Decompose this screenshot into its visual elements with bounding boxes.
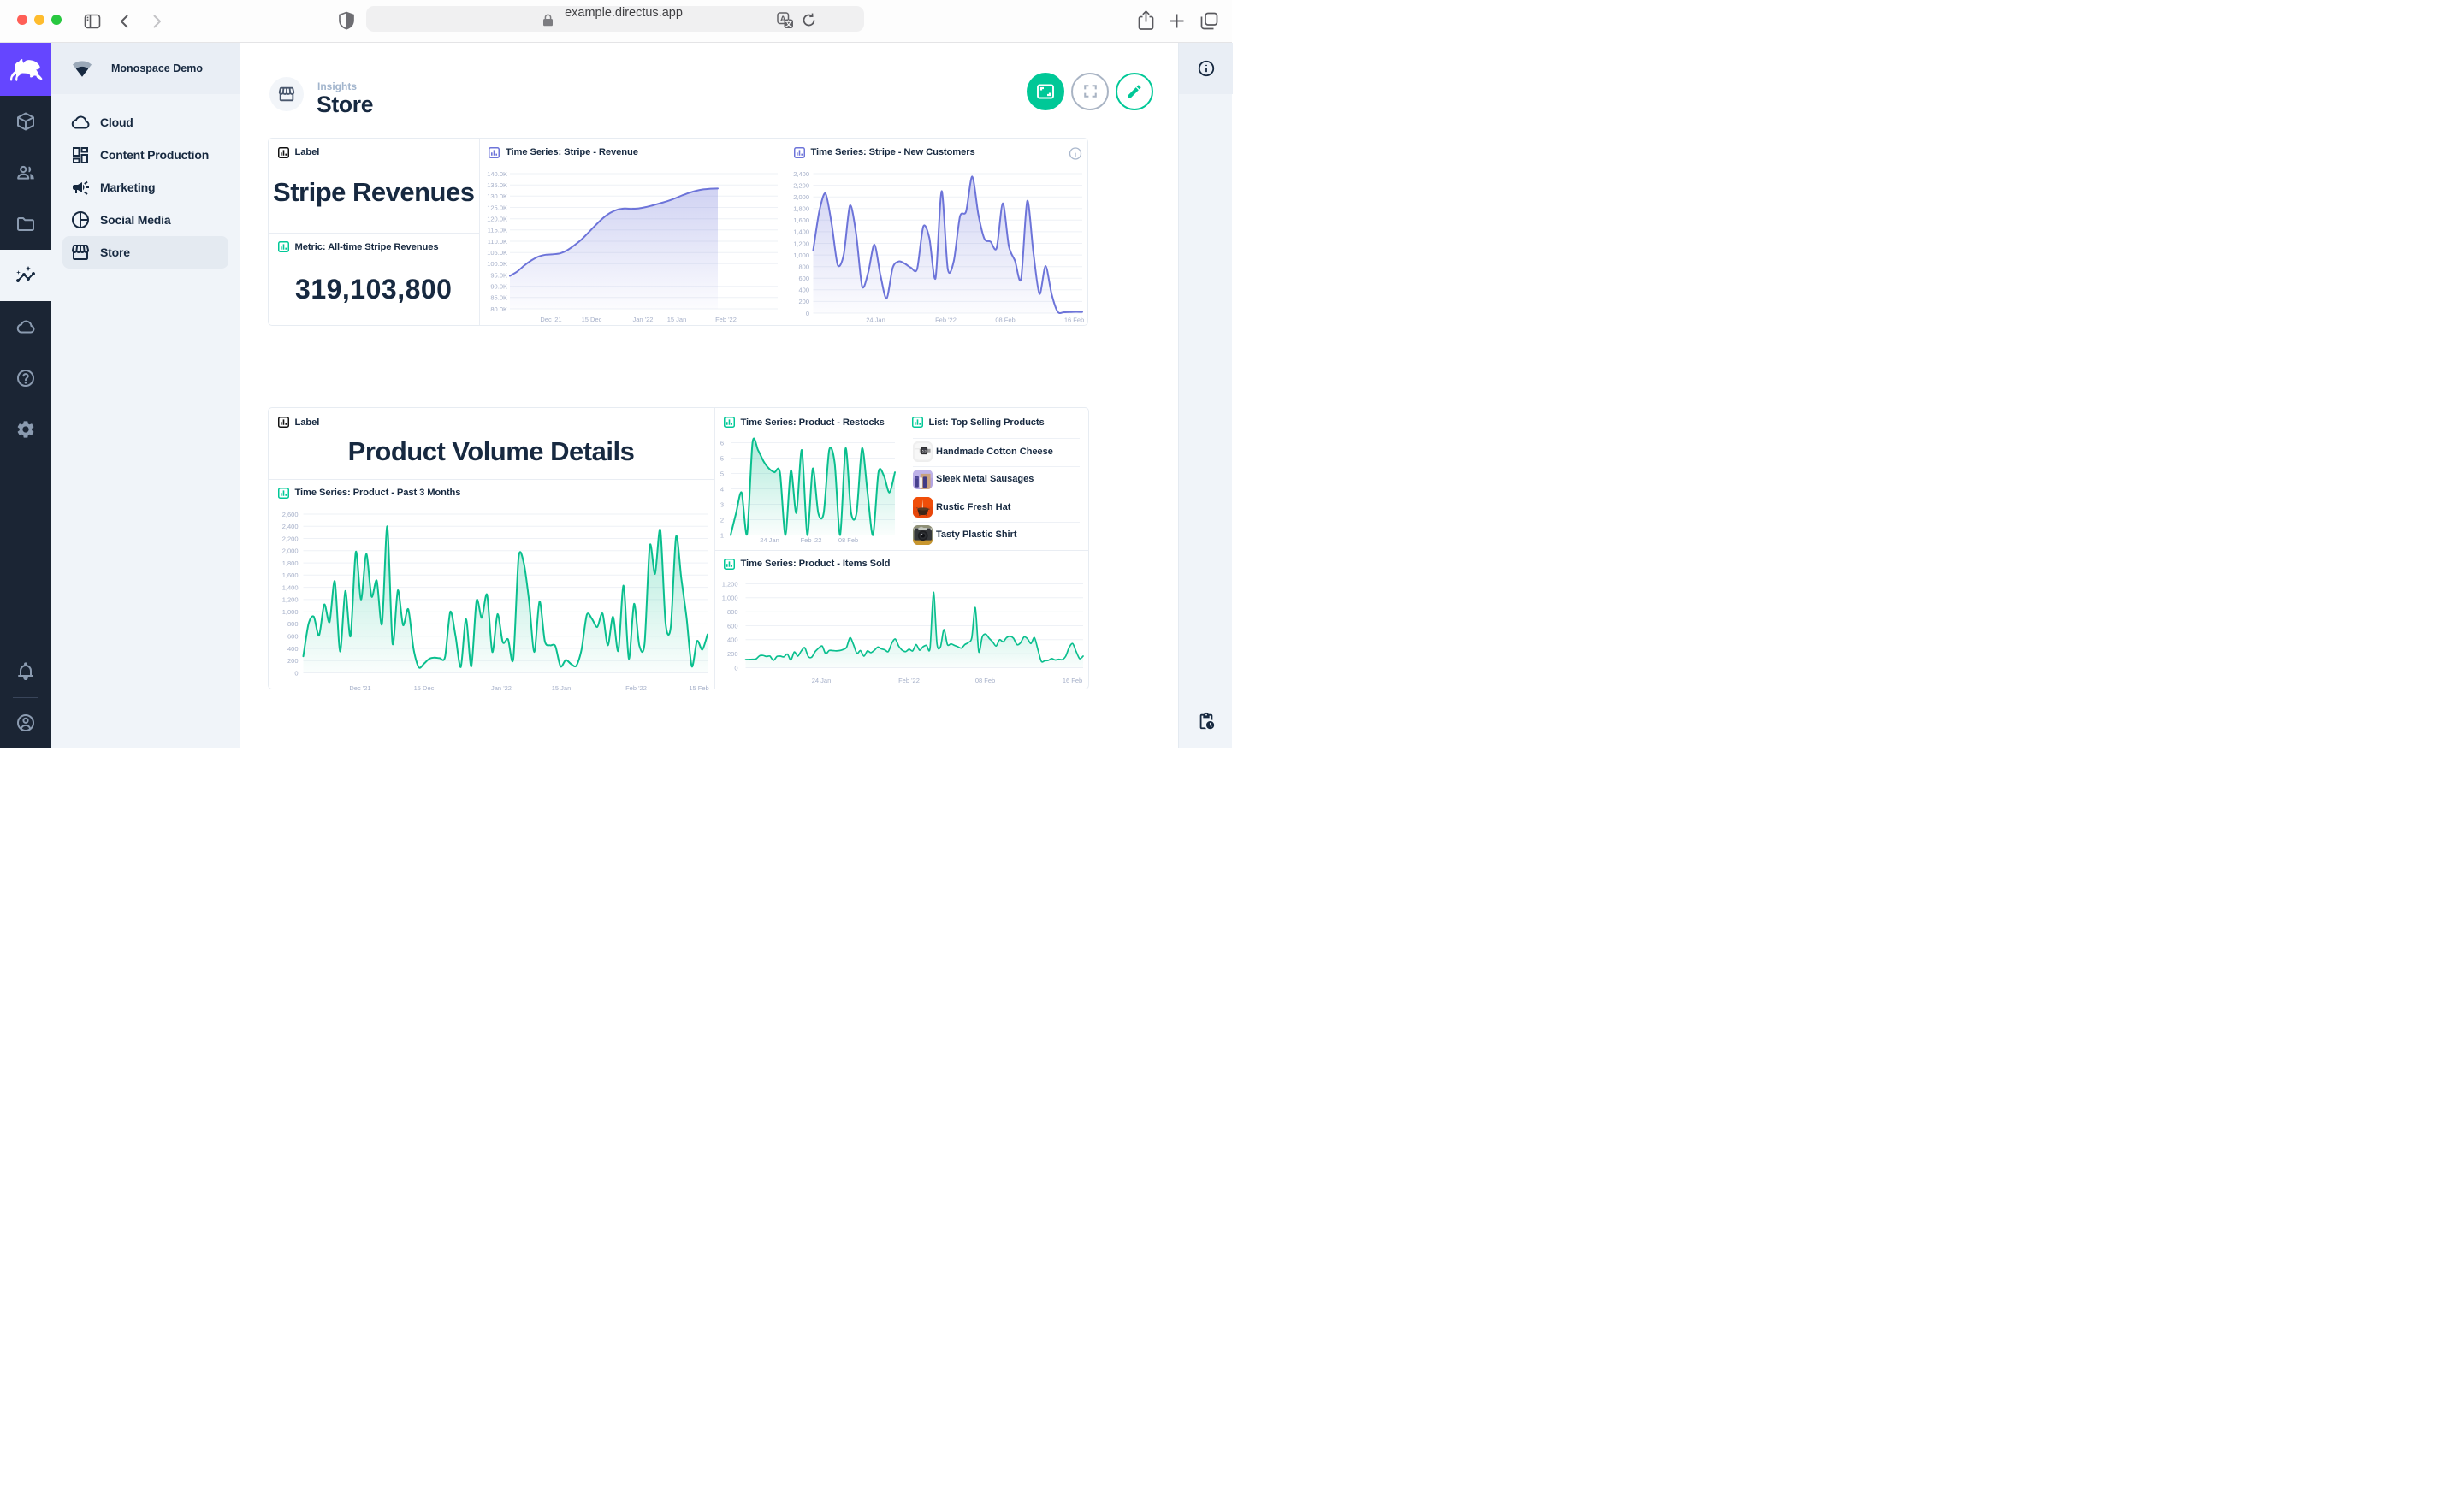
svg-text:0: 0 bbox=[294, 669, 298, 677]
svg-text:80.0K: 80.0K bbox=[490, 305, 507, 312]
svg-text:15 Jan: 15 Jan bbox=[667, 316, 687, 323]
svg-text:2,000: 2,000 bbox=[793, 193, 809, 201]
svg-text:1,000: 1,000 bbox=[281, 608, 298, 616]
svg-text:16 Feb: 16 Feb bbox=[1063, 316, 1083, 323]
svg-text:0: 0 bbox=[805, 309, 808, 317]
svg-text:1,600: 1,600 bbox=[793, 216, 809, 224]
svg-text:Feb '22: Feb '22 bbox=[800, 536, 821, 544]
svg-text:24 Jan: 24 Jan bbox=[866, 316, 886, 323]
svg-text:2,000: 2,000 bbox=[281, 547, 298, 554]
svg-text:800: 800 bbox=[726, 608, 737, 616]
svg-text:24 Jan: 24 Jan bbox=[760, 536, 779, 544]
svg-text:15 Jan: 15 Jan bbox=[551, 684, 571, 691]
svg-text:200: 200 bbox=[726, 650, 737, 658]
svg-text:110.0K: 110.0K bbox=[488, 237, 507, 245]
svg-text:125.0K: 125.0K bbox=[487, 204, 507, 211]
svg-text:5:0: 5:0 bbox=[921, 449, 926, 453]
svg-text:2,200: 2,200 bbox=[793, 181, 809, 189]
svg-text:0: 0 bbox=[734, 664, 737, 672]
svg-text:Jan '22: Jan '22 bbox=[491, 684, 512, 691]
svg-text:15 Feb: 15 Feb bbox=[689, 684, 708, 691]
svg-text:Feb '22: Feb '22 bbox=[625, 684, 647, 691]
svg-text:600: 600 bbox=[726, 622, 737, 630]
svg-text:400: 400 bbox=[798, 286, 809, 293]
svg-text:1,800: 1,800 bbox=[281, 559, 298, 566]
svg-text:600: 600 bbox=[287, 632, 298, 640]
svg-text:200: 200 bbox=[287, 657, 298, 665]
svg-text:15 Dec: 15 Dec bbox=[413, 684, 434, 691]
svg-text:1,400: 1,400 bbox=[793, 228, 809, 235]
svg-text:800: 800 bbox=[798, 263, 809, 270]
svg-text:140.0K: 140.0K bbox=[487, 169, 507, 177]
svg-text:08 Feb: 08 Feb bbox=[974, 677, 994, 684]
svg-text:2,600: 2,600 bbox=[281, 510, 298, 518]
svg-text:85.0K: 85.0K bbox=[490, 293, 507, 301]
svg-text:1: 1 bbox=[720, 531, 723, 539]
svg-text:5: 5 bbox=[720, 454, 723, 462]
svg-text:1,400: 1,400 bbox=[281, 583, 298, 591]
svg-text:100.0K: 100.0K bbox=[487, 260, 507, 268]
svg-text:105.0K: 105.0K bbox=[487, 249, 507, 257]
svg-text:90.0K: 90.0K bbox=[490, 282, 507, 290]
svg-text:15 Dec: 15 Dec bbox=[582, 316, 602, 323]
svg-text:2,200: 2,200 bbox=[281, 535, 298, 542]
svg-text:1,000: 1,000 bbox=[721, 594, 737, 601]
svg-text:08 Feb: 08 Feb bbox=[838, 536, 857, 544]
svg-text:2,400: 2,400 bbox=[281, 523, 298, 530]
svg-text:1,200: 1,200 bbox=[721, 580, 737, 588]
svg-text:Feb '22: Feb '22 bbox=[935, 316, 957, 323]
svg-text:95.0K: 95.0K bbox=[490, 271, 507, 279]
svg-text:120.0K: 120.0K bbox=[487, 215, 507, 222]
svg-text:4: 4 bbox=[720, 485, 723, 493]
svg-text:Dec '21: Dec '21 bbox=[349, 684, 370, 691]
svg-text:Jan '22: Jan '22 bbox=[633, 316, 654, 323]
svg-text:08 Feb: 08 Feb bbox=[995, 316, 1015, 323]
svg-text:400: 400 bbox=[287, 644, 298, 652]
svg-text:Dec '21: Dec '21 bbox=[540, 316, 561, 323]
svg-text:1,800: 1,800 bbox=[793, 204, 809, 212]
svg-text:1,200: 1,200 bbox=[793, 240, 809, 247]
svg-text:2: 2 bbox=[720, 516, 723, 524]
svg-text:600: 600 bbox=[798, 275, 809, 282]
svg-text:800: 800 bbox=[287, 620, 298, 628]
svg-text:Feb '22: Feb '22 bbox=[715, 316, 737, 323]
svg-text:16 Feb: 16 Feb bbox=[1062, 677, 1081, 684]
svg-text:130.0K: 130.0K bbox=[487, 192, 507, 200]
svg-text:24 Jan: 24 Jan bbox=[811, 677, 831, 684]
svg-text:3: 3 bbox=[720, 500, 723, 508]
svg-text:1,000: 1,000 bbox=[793, 251, 809, 258]
svg-text:Feb '22: Feb '22 bbox=[898, 677, 920, 684]
svg-text:1,200: 1,200 bbox=[281, 595, 298, 603]
svg-text:1,600: 1,600 bbox=[281, 571, 298, 579]
svg-text:115.0K: 115.0K bbox=[488, 226, 507, 234]
svg-text:2,400: 2,400 bbox=[793, 169, 809, 177]
svg-text:200: 200 bbox=[798, 298, 809, 305]
svg-text:5: 5 bbox=[720, 470, 723, 477]
svg-text:文: 文 bbox=[785, 20, 793, 28]
svg-text:400: 400 bbox=[726, 636, 737, 643]
svg-text:6: 6 bbox=[720, 439, 723, 447]
svg-text:135.0K: 135.0K bbox=[487, 181, 507, 189]
